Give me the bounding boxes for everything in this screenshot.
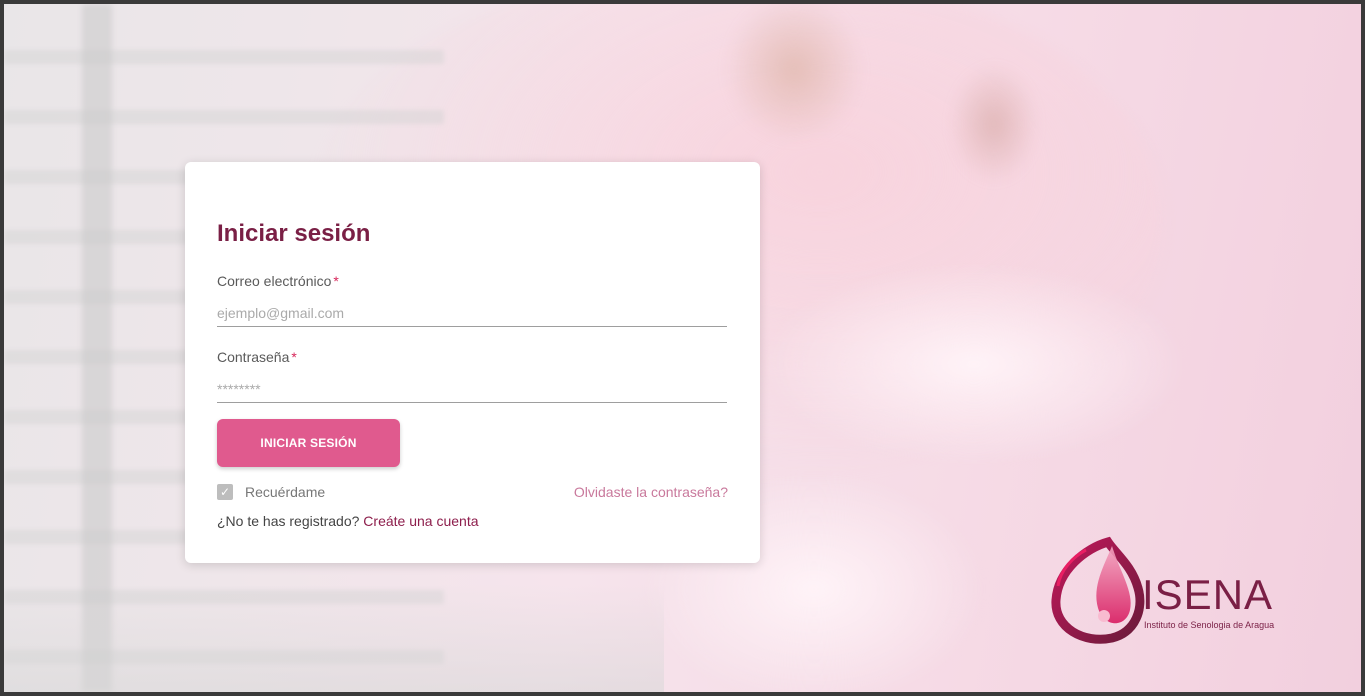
register-row: ¿No te has registrado? Creáte una cuenta: [217, 513, 479, 529]
login-button[interactable]: INICIAR SESIÓN: [217, 419, 400, 467]
window-frame: Iniciar sesión Correo electrónico* Contr…: [0, 0, 1365, 696]
password-required-mark: *: [291, 349, 297, 365]
background-floor: [4, 584, 664, 692]
brand-subtitle: Instituto de Senologia de Aragua: [1144, 620, 1275, 630]
login-title: Iniciar sesión: [217, 220, 371, 247]
remember-label: Recuérdame: [245, 484, 326, 500]
password-label: Contraseña *: [217, 349, 297, 365]
email-label: Correo electrónico *: [217, 273, 339, 289]
register-prompt: ¿No te has registrado?: [217, 513, 360, 529]
email-label-text: Correo electrónico: [217, 273, 332, 289]
isena-logo: ISENA Instituto de Senologia de Aragua: [1046, 536, 1306, 646]
login-page: Iniciar sesión Correo electrónico* Contr…: [4, 4, 1361, 692]
checkmark-icon: ✓: [219, 485, 231, 499]
remember-me[interactable]: ✓ Recuérdame: [217, 484, 325, 500]
email-field[interactable]: [217, 300, 727, 327]
remember-checkbox[interactable]: ✓: [217, 484, 233, 500]
background-hair-2: [949, 64, 1039, 184]
background-hair: [724, 4, 864, 144]
isena-logo-icon: [1051, 536, 1145, 644]
email-required-mark: *: [333, 273, 339, 289]
create-account-link[interactable]: Creáte una cuenta: [363, 513, 478, 529]
login-card: Iniciar sesión Correo electrónico* Contr…: [185, 162, 760, 563]
password-field[interactable]: [217, 376, 727, 403]
brand-name: ISENA: [1142, 571, 1274, 618]
background-glove: [764, 264, 1184, 464]
password-label-text: Contraseña: [217, 349, 290, 365]
forgot-password-link[interactable]: Olvidaste la contraseña?: [574, 484, 728, 500]
